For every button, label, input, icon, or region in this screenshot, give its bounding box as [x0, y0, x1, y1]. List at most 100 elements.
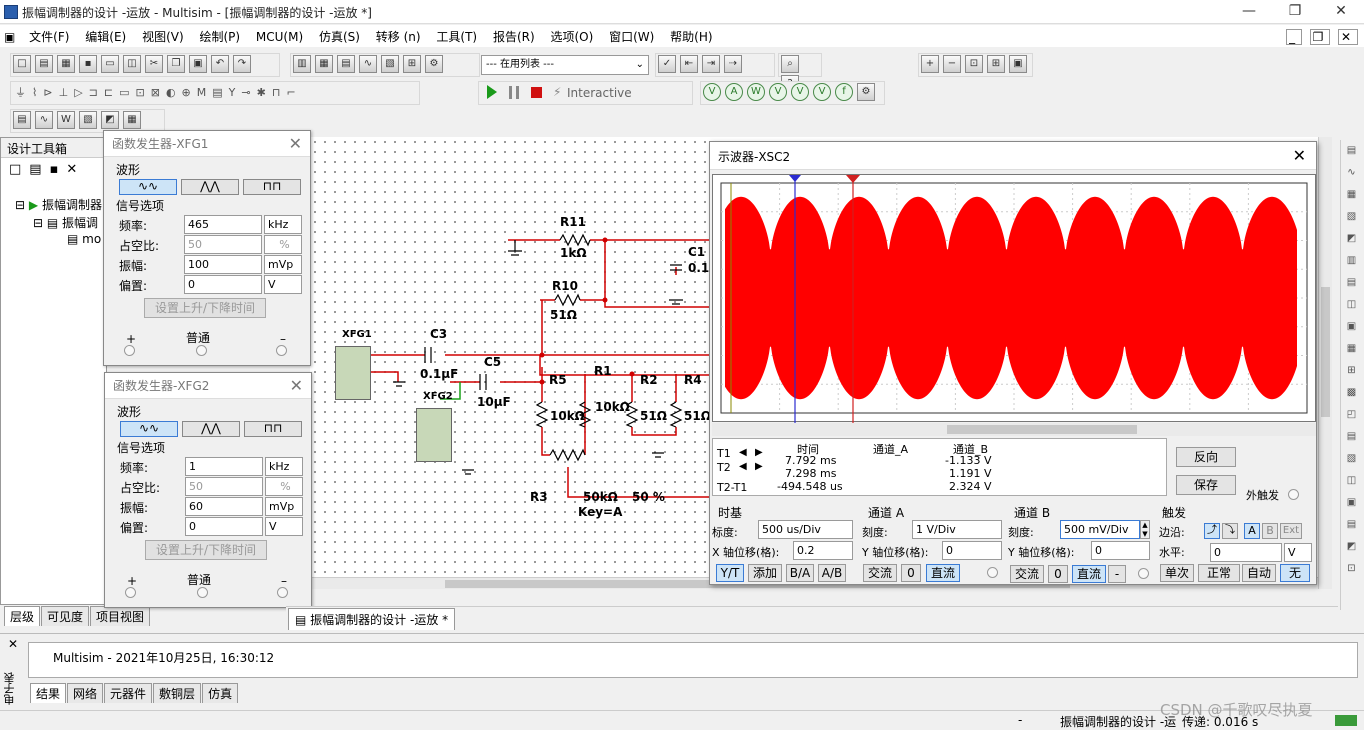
xfg2-amp-unit[interactable]: mVp: [265, 497, 303, 516]
cursor-t2-handle[interactable]: [846, 175, 860, 183]
diode-icon[interactable]: ⊳: [43, 86, 58, 99]
basic-icon[interactable]: ⌇: [32, 86, 43, 99]
menu-simulate[interactable]: 仿真(S): [313, 25, 366, 48]
xfg2-freq-field[interactable]: 1: [185, 457, 263, 476]
indicator-icon[interactable]: ◐: [166, 86, 182, 99]
source-icon[interactable]: ⏚: [15, 86, 32, 99]
chb-scale-field[interactable]: 500 mV/Div: [1060, 520, 1140, 539]
probe-digital-icon[interactable]: V: [813, 83, 831, 101]
restore-button[interactable]: ❐: [1272, 0, 1318, 24]
mdi-restore-button[interactable]: ❐: [1309, 29, 1331, 45]
electromech-icon[interactable]: ⊸: [241, 86, 256, 99]
zoom-in-icon[interactable]: +: [921, 55, 939, 73]
trigger-level-unit[interactable]: V: [1284, 543, 1312, 562]
stop-icon[interactable]: [531, 87, 542, 98]
tab-results[interactable]: 结果: [30, 683, 67, 703]
print-icon[interactable]: ▭: [101, 55, 119, 73]
ni-icon[interactable]: ✱: [257, 86, 272, 99]
analog-icon[interactable]: ▷: [74, 86, 88, 99]
grapher-icon[interactable]: ∿: [359, 55, 377, 73]
xfg2-freq-unit[interactable]: kHz: [265, 457, 303, 476]
xfg1-amp-unit[interactable]: mVp: [264, 255, 302, 274]
database-icon[interactable]: ▤: [337, 55, 355, 73]
redo-icon[interactable]: ↷: [233, 55, 251, 73]
xfg1-wave-sine-button[interactable]: ∿∿: [119, 179, 177, 195]
undo-icon[interactable]: ↶: [211, 55, 229, 73]
xfg1-amp-field[interactable]: 100: [184, 255, 262, 274]
mdi-close-button[interactable]: ✕: [1337, 29, 1358, 45]
probe-power-icon[interactable]: W: [747, 83, 765, 101]
menu-help[interactable]: 帮助(H): [664, 25, 718, 48]
xfg1-rise-fall-button[interactable]: 设置上升/下降时间: [144, 298, 266, 318]
menu-tools[interactable]: 工具(T): [430, 25, 483, 48]
trigger-source-a-button[interactable]: A: [1244, 523, 1260, 539]
chb-ac-button[interactable]: 交流: [1010, 565, 1044, 583]
trigger-source-ext-button[interactable]: Ext: [1280, 523, 1302, 539]
toolbox-icon[interactable]: ▥: [293, 55, 311, 73]
save-button[interactable]: 保存: [1176, 475, 1236, 495]
zoom-area-icon[interactable]: ⊡: [965, 55, 983, 73]
menu-app-icon[interactable]: ▣: [0, 28, 19, 46]
menu-place[interactable]: 绘制(P): [193, 25, 246, 48]
tree-item[interactable]: ▤ mo: [67, 232, 101, 246]
probe-freq-icon[interactable]: f: [835, 83, 853, 101]
edge-falling-button[interactable]: ⤵: [1222, 523, 1238, 539]
tree-item[interactable]: ⊟ ▶ 振幅调制器: [15, 196, 102, 213]
mixed-icon[interactable]: ⊠: [151, 86, 166, 99]
ext-trigger-terminal[interactable]: [1288, 489, 1299, 500]
paste-icon[interactable]: ▣: [189, 55, 207, 73]
chb-ypos-field[interactable]: 0: [1091, 541, 1150, 560]
menu-options[interactable]: 选项(O): [544, 25, 599, 48]
menu-reports[interactable]: 报告(R): [487, 25, 541, 48]
cha-ypos-field[interactable]: 0: [942, 541, 1002, 560]
yt-button[interactable]: Y/T: [716, 564, 744, 582]
transistor-icon[interactable]: ⊥: [59, 86, 75, 99]
menu-edit[interactable]: 编辑(E): [79, 25, 132, 48]
probe-ref-icon[interactable]: V: [791, 83, 809, 101]
trigger-single-button[interactable]: 单次: [1160, 564, 1194, 582]
instrument-icons[interactable]: ▤ ∿ ▦ ▧ ◩ ▥ ▤ ◫ ▣ ▦ ⊞ ▩ ◰ ▤ ▧ ◫ ▣ ▤ ◩ ⊡: [1341, 140, 1362, 580]
xfg2-wave-square-button[interactable]: ⊓⊓: [244, 421, 302, 437]
tab-visibility[interactable]: 可见度: [41, 606, 90, 626]
bode-icon[interactable]: ◩: [101, 111, 119, 129]
bus-icon[interactable]: ⌐: [286, 86, 301, 99]
erc-icon[interactable]: ✓: [658, 55, 676, 73]
menu-file[interactable]: 文件(F): [23, 25, 75, 48]
add-button[interactable]: 添加: [748, 564, 782, 582]
edge-rising-button[interactable]: ⤴: [1204, 523, 1220, 539]
mcu-icon[interactable]: ▭: [119, 86, 135, 99]
misc-icon[interactable]: M: [197, 86, 213, 99]
print-preview-icon[interactable]: ◫: [123, 55, 141, 73]
hierarchy-icon[interactable]: ⊞: [403, 55, 421, 73]
t1-right-arrow-button[interactable]: ▶: [755, 447, 763, 458]
xfg2-close-icon[interactable]: ✕: [290, 376, 303, 395]
doc-tab[interactable]: ▤ 振幅调制器的设计 -运放 *: [288, 608, 456, 630]
cha-scale-field[interactable]: 1 V/Div: [912, 520, 1002, 539]
counter-icon[interactable]: ▦: [123, 111, 141, 129]
t2-left-arrow-button[interactable]: ◀: [739, 461, 747, 472]
xfg1-freq-unit[interactable]: kHz: [264, 215, 302, 234]
ttl-icon[interactable]: ⊐: [89, 86, 104, 99]
xfg1-freq-field[interactable]: 465: [184, 215, 262, 234]
xfg2-offset-unit[interactable]: V: [265, 517, 303, 536]
run-icon[interactable]: [487, 85, 497, 99]
new-icon[interactable]: □: [13, 55, 31, 73]
ab-button[interactable]: A/B: [818, 564, 846, 582]
open-icon[interactable]: ▤: [35, 55, 53, 73]
xfg1-wave-triangle-button[interactable]: ⋀⋀: [181, 179, 239, 195]
chb-zero-button[interactable]: 0: [1048, 565, 1068, 583]
save-design-icon[interactable]: ▪: [50, 162, 67, 177]
trigger-level-field[interactable]: 0: [1210, 543, 1282, 562]
multimeter-icon[interactable]: ▤: [13, 111, 31, 129]
open-design-icon[interactable]: ▤: [29, 162, 49, 177]
chb-dc-button[interactable]: 直流: [1072, 565, 1106, 583]
zoom-out-icon[interactable]: −: [943, 55, 961, 73]
xfg1-offset-unit[interactable]: V: [264, 275, 302, 294]
xfg2-plus-terminal[interactable]: [125, 587, 136, 598]
xfg1-minus-terminal[interactable]: [276, 345, 287, 356]
timebase-scale-field[interactable]: 500 us/Div: [758, 520, 853, 539]
vscroll-thumb[interactable]: [1321, 287, 1330, 417]
menu-view[interactable]: 视图(V): [136, 25, 190, 48]
in-use-list-select[interactable]: --- 在用列表 --- ⌄: [481, 55, 649, 75]
tab-components[interactable]: 元器件: [104, 683, 153, 703]
